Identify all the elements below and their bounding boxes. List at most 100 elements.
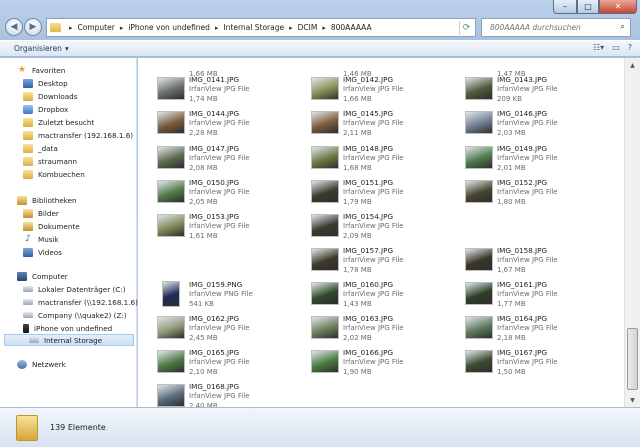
file-thumbnail[interactable]: [465, 248, 493, 271]
file-item[interactable]: IMG_0144.JPG IrfanView JPG File 2,28 MB: [146, 108, 296, 140]
sidebar-item-documents[interactable]: Dokumente: [23, 220, 80, 232]
scroll-down-icon[interactable]: ▼: [627, 395, 638, 405]
breadcrumb-internal-storage[interactable]: Internal Storage: [222, 23, 285, 32]
breadcrumb-separator[interactable]: ▸: [322, 24, 326, 32]
file-item[interactable]: IMG_0165.JPG IrfanView JPG File 2,10 MB: [146, 347, 296, 379]
breadcrumb-dcim[interactable]: DCIM: [297, 23, 319, 32]
file-item[interactable]: IMG_0154.JPG IrfanView JPG File 2,09 MB: [300, 211, 450, 243]
file-thumbnail[interactable]: [311, 146, 339, 169]
file-item[interactable]: IMG_0168.JPG IrfanView JPG File 2,40 MB: [146, 381, 296, 407]
file-thumbnail[interactable]: [311, 350, 339, 373]
file-item[interactable]: IMG_0147.JPG IrfanView JPG File 2,08 MB: [146, 143, 296, 175]
file-thumbnail[interactable]: [311, 248, 339, 271]
file-thumbnail[interactable]: [162, 281, 180, 307]
file-item[interactable]: IMG_0167.JPG IrfanView JPG File 1,50 MB: [454, 347, 604, 379]
sidebar-header-libraries[interactable]: Bibliotheken: [17, 194, 77, 206]
back-button[interactable]: ◀: [5, 18, 23, 36]
file-thumbnail[interactable]: [465, 180, 493, 203]
sidebar-item-kombuechen[interactable]: Kombuechen: [23, 168, 85, 180]
sidebar-item-iphone[interactable]: iPhone von undefined: [23, 322, 112, 334]
breadcrumb-computer[interactable]: Computer: [77, 23, 116, 32]
sidebar-item-internal-storage[interactable]: Internal Storage: [4, 334, 134, 346]
sidebar-header-favorites[interactable]: ★ Favoriten: [17, 64, 65, 76]
sidebar-item-desktop[interactable]: Desktop: [23, 77, 68, 89]
file-item[interactable]: IMG_0143.JPG IrfanView JPG File 209 KB: [454, 74, 604, 106]
sidebar-header-computer[interactable]: Computer: [17, 270, 68, 282]
close-button[interactable]: ✕: [599, 0, 637, 14]
help-icon[interactable]: ?: [628, 43, 632, 52]
file-thumbnail[interactable]: [157, 214, 185, 237]
vertical-scrollbar[interactable]: ▲ ▼: [624, 58, 640, 407]
file-item[interactable]: IMG_0159.PNG IrfanView PNG File 541 KB: [146, 279, 296, 311]
file-thumbnail[interactable]: [465, 282, 493, 305]
sidebar-item-dropbox[interactable]: Dropbox: [23, 103, 68, 115]
file-item[interactable]: IMG_0150.JPG IrfanView JPG File 2,05 MB: [146, 177, 296, 209]
file-item[interactable]: IMG_0162.JPG IrfanView JPG File 2,45 MB: [146, 313, 296, 345]
file-thumbnail[interactable]: [157, 77, 185, 100]
forward-button[interactable]: ▶: [24, 18, 42, 36]
file-item[interactable]: IMG_0151.JPG IrfanView JPG File 1,79 MB: [300, 177, 450, 209]
file-thumbnail[interactable]: [157, 146, 185, 169]
file-thumbnail[interactable]: [465, 111, 493, 134]
file-thumbnail[interactable]: [311, 282, 339, 305]
file-thumbnail[interactable]: [465, 77, 493, 100]
search-box[interactable]: ⌕: [481, 18, 631, 37]
sidebar-item-videos[interactable]: Videos: [23, 246, 62, 258]
file-thumbnail[interactable]: [157, 384, 185, 407]
breadcrumb-separator[interactable]: ▸: [120, 24, 124, 32]
maximize-button[interactable]: □: [577, 0, 599, 14]
file-thumbnail[interactable]: [311, 111, 339, 134]
breadcrumb-separator[interactable]: ▸: [69, 24, 73, 32]
file-thumbnail[interactable]: [311, 214, 339, 237]
breadcrumb-separator[interactable]: ▸: [215, 24, 219, 32]
scroll-up-icon[interactable]: ▲: [627, 60, 638, 70]
view-options-icon[interactable]: ☷▾: [593, 43, 604, 52]
preview-pane-icon[interactable]: ▭: [612, 43, 620, 52]
sidebar-item-company-drive[interactable]: Company (\\quake2) (Z:): [23, 309, 127, 321]
file-thumbnail[interactable]: [157, 180, 185, 203]
scrollbar-thumb[interactable]: [627, 328, 638, 390]
sidebar-item-music[interactable]: ♪ Musik: [23, 233, 59, 245]
sidebar-item-mactransfer[interactable]: mactransfer (192.168.1.6): [23, 129, 133, 141]
file-item[interactable]: IMG_0148.JPG IrfanView JPG File 1,68 MB: [300, 143, 450, 175]
file-item[interactable]: IMG_0163.JPG IrfanView JPG File 2,02 MB: [300, 313, 450, 345]
sidebar-item-recent[interactable]: Zuletzt besucht: [23, 116, 94, 128]
breadcrumb-separator[interactable]: ▸: [289, 24, 293, 32]
file-item[interactable]: IMG_0145.JPG IrfanView JPG File 2,11 MB: [300, 108, 450, 140]
file-item[interactable]: IMG_0158.JPG IrfanView JPG File 1,67 MB: [454, 245, 604, 277]
refresh-icon[interactable]: ⟳: [459, 21, 473, 35]
file-item[interactable]: IMG_0149.JPG IrfanView JPG File 2,01 MB: [454, 143, 604, 175]
file-thumbnail[interactable]: [311, 180, 339, 203]
file-item[interactable]: IMG_0157.JPG IrfanView JPG File 1,78 MB: [300, 245, 450, 277]
file-item[interactable]: IMG_0153.JPG IrfanView JPG File 1,61 MB: [146, 211, 296, 243]
minimize-button[interactable]: –: [553, 0, 577, 14]
breadcrumb-iphone[interactable]: iPhone von undefined: [127, 23, 211, 32]
file-item[interactable]: IMG_0152.JPG IrfanView JPG File 1,80 MB: [454, 177, 604, 209]
breadcrumb-current-folder[interactable]: 800AAAAA: [330, 23, 373, 32]
file-thumbnail[interactable]: [157, 111, 185, 134]
file-thumbnail[interactable]: [311, 77, 339, 100]
file-item[interactable]: IMG_0142.JPG IrfanView JPG File 1,66 MB: [300, 74, 450, 106]
sidebar-item-straumann[interactable]: straumann: [23, 155, 77, 167]
file-item[interactable]: IMG_0141.JPG IrfanView JPG File 1,74 MB: [146, 74, 296, 106]
file-thumbnail[interactable]: [465, 316, 493, 339]
address-bar[interactable]: ▸ Computer ▸ iPhone von undefined ▸ Inte…: [46, 18, 476, 37]
file-item[interactable]: [454, 211, 604, 243]
file-item[interactable]: IMG_0166.JPG IrfanView JPG File 1,90 MB: [300, 347, 450, 379]
file-item[interactable]: IMG_0146.JPG IrfanView JPG File 2,03 MB: [454, 108, 604, 140]
file-item[interactable]: IMG_0161.JPG IrfanView JPG File 1,77 MB: [454, 279, 604, 311]
organize-button[interactable]: Organisieren ▾: [14, 44, 69, 53]
sidebar-item-local-disk[interactable]: Lokaler Datenträger (C:): [23, 283, 126, 295]
search-input[interactable]: [490, 23, 612, 32]
file-thumbnail[interactable]: [311, 316, 339, 339]
file-item[interactable]: [146, 245, 296, 277]
file-item[interactable]: IMG_0164.JPG IrfanView JPG File 2,18 MB: [454, 313, 604, 345]
sidebar-item-downloads[interactable]: Downloads: [23, 90, 77, 102]
search-icon[interactable]: ⌕: [620, 22, 625, 32]
file-thumbnail[interactable]: [157, 316, 185, 339]
file-thumbnail[interactable]: [465, 350, 493, 373]
sidebar-item-mactransfer-drive[interactable]: mactransfer (\\192.168.1.6) (M:): [23, 296, 154, 308]
sidebar-item-pictures[interactable]: Bilder: [23, 207, 59, 219]
sidebar-header-network[interactable]: Netzwerk: [17, 358, 66, 370]
file-thumbnail[interactable]: [465, 146, 493, 169]
